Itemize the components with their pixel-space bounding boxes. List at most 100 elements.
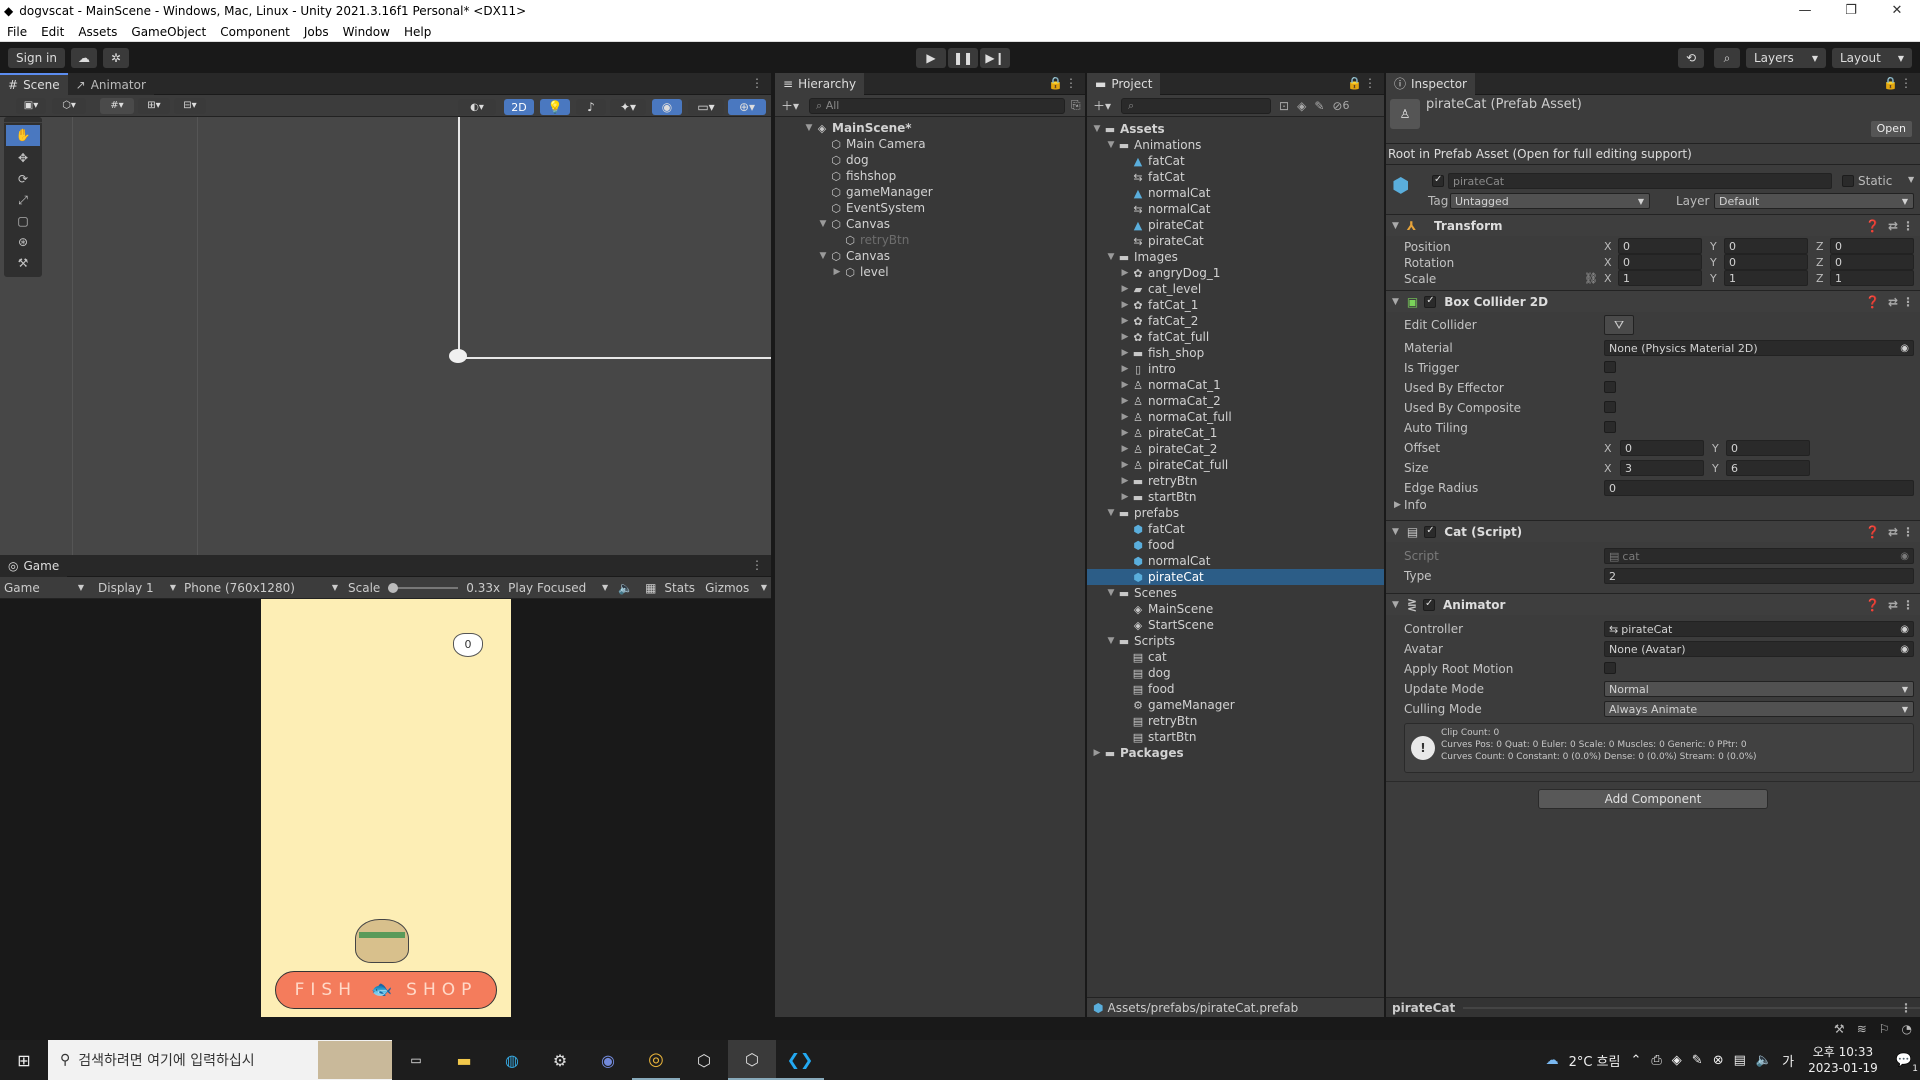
presets-icon[interactable]: ⇄ — [1888, 598, 1898, 612]
tree-item[interactable]: ⬢ fatCat — [1087, 521, 1384, 537]
discord-icon[interactable]: ◉ — [584, 1040, 632, 1080]
foldout-arrow-icon[interactable]: ▶ — [1119, 300, 1131, 310]
game-view[interactable]: 0 FISH 🐟 SHOP — [261, 599, 511, 1017]
object-name-field[interactable]: pirateCat — [1448, 173, 1832, 189]
mode-2d-button[interactable]: 2D — [504, 99, 534, 115]
foldout-arrow-icon[interactable]: ▼ — [803, 123, 815, 133]
tree-item[interactable]: ▶ ▬ startBtn — [1087, 489, 1384, 505]
unity-hub-icon[interactable]: ⬡ — [680, 1040, 728, 1080]
tree-item[interactable]: ⬢ normalCat — [1087, 553, 1384, 569]
camera-icon[interactable]: ▭▾ — [688, 99, 724, 115]
component-menu-icon[interactable]: ⋮ — [1902, 598, 1914, 612]
play-focused-dropdown[interactable]: Play Focused ▼ — [508, 581, 608, 595]
project-search-input[interactable]: ⌕ — [1121, 97, 1272, 114]
tree-item[interactable]: ▶ ▯ intro — [1087, 361, 1384, 377]
maximize-button[interactable]: ❐ — [1828, 0, 1874, 22]
tree-item[interactable]: ▶ ✿ angryDog_1 — [1087, 265, 1384, 281]
lock-icon[interactable]: 🔒 — [1883, 76, 1898, 90]
foldout-arrow-icon[interactable]: ▼ — [1105, 588, 1117, 598]
draw-mode-icon[interactable]: ▣▾ — [16, 97, 46, 114]
sign-in-button[interactable]: Sign in — [8, 48, 65, 68]
object-picker-icon[interactable]: ◉ — [1900, 343, 1909, 354]
lock-icon[interactable]: 🔒 — [1347, 76, 1362, 90]
vscode-icon[interactable]: ❮❯ — [776, 1040, 824, 1080]
tree-item[interactable]: ▼ ▬ Images — [1087, 249, 1384, 265]
close-button[interactable]: ✕ — [1874, 0, 1920, 22]
tree-item[interactable]: ⬡ fishshop — [775, 168, 1085, 184]
tray-expand-icon[interactable]: ⌃ — [1630, 1053, 1641, 1068]
foldout-arrow-icon[interactable]: ▶ — [1394, 500, 1401, 510]
transform-z-field[interactable]: 0 — [1830, 238, 1914, 254]
help-icon[interactable]: ❓ — [1865, 598, 1880, 612]
tree-item[interactable]: ⬡ dog — [775, 152, 1085, 168]
add-icon[interactable]: ＋▾ — [781, 97, 799, 114]
tree-item[interactable]: ▼ ▬ Scenes — [1087, 585, 1384, 601]
foldout-arrow-icon[interactable]: ▶ — [1119, 332, 1131, 342]
auto-tiling-checkbox[interactable] — [1604, 421, 1616, 433]
culling-mode-dropdown[interactable]: Always Animate ▼ — [1604, 701, 1914, 717]
help-icon[interactable]: ❓ — [1865, 295, 1880, 309]
panel-menu-icon[interactable]: ⋮ — [751, 76, 763, 90]
apply-root-motion-checkbox[interactable] — [1604, 662, 1616, 674]
tree-item[interactable]: ◈ StartScene — [1087, 617, 1384, 633]
update-mode-dropdown[interactable]: Normal ▼ — [1604, 681, 1914, 697]
lock-icon[interactable]: 🔒 — [1048, 76, 1063, 90]
slider-handle[interactable] — [388, 582, 399, 593]
add-icon[interactable]: ＋▾ — [1093, 97, 1111, 114]
lighting-icon[interactable]: 💡 — [540, 99, 570, 115]
search-icon[interactable]: ⌕ — [1714, 48, 1740, 68]
debug-icon[interactable]: ⚒ — [1834, 1022, 1845, 1036]
taskbar-search-input[interactable]: ⚲ 검색하려면 여기에 입력하십시 — [48, 1040, 392, 1080]
unity-editor-icon[interactable]: ⬡ — [728, 1040, 776, 1080]
constrain-proportions-icon[interactable]: ⛓ — [1584, 272, 1598, 285]
panel-menu-icon[interactable]: ⋮ — [1900, 76, 1912, 90]
tree-item[interactable]: ⬡ Main Camera — [775, 136, 1085, 152]
tree-item[interactable]: ▶ ♙ pirateCat_2 — [1087, 441, 1384, 457]
chrome-icon[interactable]: ◎ — [632, 1040, 680, 1080]
panel-menu-icon[interactable]: ⋮ — [751, 558, 763, 572]
resolution-dropdown[interactable]: Phone (760x1280) ▼ — [184, 581, 338, 595]
tree-item[interactable]: ▶ ✿ fatCat_2 — [1087, 313, 1384, 329]
palette-handle[interactable] — [4, 117, 42, 123]
transform-x-field[interactable]: 0 — [1618, 254, 1702, 270]
pause-button[interactable]: ❚❚ — [948, 48, 978, 68]
static-checkbox[interactable] — [1842, 175, 1854, 187]
tree-item[interactable]: ⇆ fatCat — [1087, 169, 1384, 185]
tray-app-icon[interactable]: ⎙ — [1651, 1053, 1661, 1068]
menu-edit[interactable]: Edit — [34, 25, 71, 39]
tab-game[interactable]: ◎ Game — [0, 554, 68, 577]
size-y-field[interactable]: 6 — [1726, 460, 1810, 476]
tree-item[interactable]: ▼ ⬡ Canvas — [775, 248, 1085, 264]
foldout-arrow-icon[interactable]: ▶ — [1119, 396, 1131, 406]
vsync-icon[interactable]: ▦ — [645, 581, 656, 595]
used-by-effector-checkbox[interactable] — [1604, 381, 1616, 393]
tree-item[interactable]: ▶ ✿ fatCat_full — [1087, 329, 1384, 345]
snap-icon[interactable]: #▾ — [100, 97, 134, 114]
weather-text[interactable]: 2°C 흐림 — [1569, 1051, 1621, 1070]
scene-visibility-icon[interactable]: ⎘ — [1071, 98, 1081, 113]
ime-icon[interactable]: 가 — [1782, 1051, 1794, 1070]
notification-icon[interactable]: 💬 1 — [1896, 1053, 1918, 1074]
foldout-arrow-icon[interactable]: ▶ — [1119, 316, 1131, 326]
component-menu-icon[interactable]: ⋮ — [1902, 219, 1914, 233]
play-button[interactable]: ▶ — [916, 48, 946, 68]
menu-gameobject[interactable]: GameObject — [124, 25, 213, 39]
tree-item[interactable]: ⬡ gameManager — [775, 184, 1085, 200]
search-by-type-icon[interactable]: ⊡ — [1279, 99, 1289, 113]
search-by-label-icon[interactable]: ◈ — [1297, 99, 1306, 113]
tree-item[interactable]: ▤ cat — [1087, 649, 1384, 665]
transform-tool-icon[interactable]: ⊛ — [4, 232, 42, 253]
tree-item[interactable]: ⬡ retryBtn — [775, 232, 1085, 248]
foldout-arrow-icon[interactable]: ▼ — [1105, 252, 1117, 262]
volume-icon[interactable]: 🔈 — [1756, 1053, 1772, 1068]
avatar-field[interactable]: None (Avatar) ◉ — [1604, 641, 1914, 657]
rect-tool-icon[interactable]: ▢ — [4, 211, 42, 232]
tree-item[interactable]: ▶ ▬ retryBtn — [1087, 473, 1384, 489]
menu-assets[interactable]: Assets — [71, 25, 124, 39]
file-explorer-icon[interactable]: ▬ — [440, 1040, 488, 1080]
tray-app-icon[interactable]: ✎ — [1692, 1053, 1703, 1068]
cat-script-header[interactable]: ▼ ▤ ✓ Cat (Script) ❓ ⇄ ⋮ — [1386, 520, 1920, 542]
menu-help[interactable]: Help — [397, 25, 438, 39]
transform-z-field[interactable]: 1 — [1830, 270, 1914, 286]
presets-icon[interactable]: ⇄ — [1888, 295, 1898, 309]
